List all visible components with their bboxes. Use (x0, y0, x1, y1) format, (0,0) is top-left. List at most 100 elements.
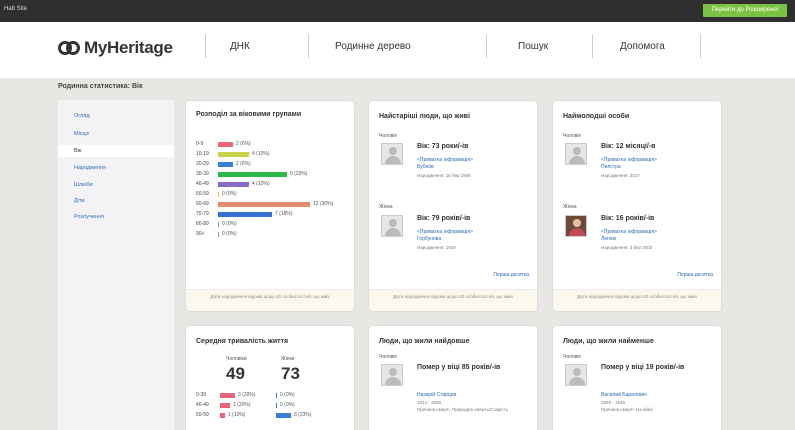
card-title: Люди, що жили найменше (563, 338, 654, 345)
nav-search[interactable]: Пошук (518, 41, 548, 52)
age-row-value: 0 (0%) (222, 221, 237, 227)
person-surname-link[interactable]: Бубнов (417, 164, 434, 170)
shortest-lived-card: Люди, що жили найменше Чоловік Помер у в… (552, 325, 722, 430)
person-name-link[interactable]: <Приватна інформація> (601, 157, 657, 163)
lifespan-bar (276, 392, 277, 398)
age-row: 0-9 2 (6%) (196, 141, 251, 147)
top-ten-link[interactable]: Перша десятка (677, 272, 713, 278)
nav-dna[interactable]: ДНК (230, 41, 250, 52)
sidebar-item-divorces[interactable]: Розлучення (74, 214, 104, 220)
age-row: 10-19 4 (10%) (196, 151, 270, 157)
age-row: 20-29 2 (6%) (196, 161, 251, 167)
age-row-label: 10-19 (196, 151, 209, 157)
person-name-link[interactable]: <Приватна інформація> (601, 229, 657, 235)
male-avatar-icon[interactable] (381, 364, 403, 386)
lifespan-bar (276, 402, 277, 408)
female-label: Жінка (379, 204, 393, 210)
sidebar-item-births[interactable]: Народження (74, 165, 106, 171)
lifespan-row-label: 50-59 (196, 412, 209, 418)
male-label: Чоловік (563, 354, 581, 360)
age-distribution-card: Розподіл за віковими групами 0-9 2 (6%) 10… (185, 100, 355, 312)
person-birth: Народження: 2017 (601, 173, 640, 178)
age-row-label: 60-69 (196, 201, 209, 207)
lifespan-value: 3 (20%) (238, 392, 256, 398)
age-row-label: 0-9 (196, 141, 204, 147)
male-avatar-icon[interactable] (565, 364, 587, 386)
age-bar (218, 141, 233, 147)
age-row-value: 2 (6%) (236, 141, 251, 147)
nav-divider (700, 34, 701, 58)
top-ten-link[interactable]: Перша десятка (493, 272, 529, 278)
nav-family-tree[interactable]: Родинне дерево (335, 41, 411, 52)
longest-lived-card: Люди, що жили найдовше Чоловік Помер у в… (368, 325, 538, 430)
sidebar-item-children[interactable]: Діти (74, 198, 85, 204)
person-dates: 1926 - 1946 (601, 400, 626, 405)
upgrade-button[interactable]: Перейти до Розширеної (703, 4, 787, 17)
brand-name: MyHeritage (84, 38, 173, 57)
age-row-label: 90+ (196, 231, 205, 237)
person-name-link[interactable]: Назарій Старцев (417, 392, 456, 398)
age-row: 60-69 12 (30%) (196, 201, 333, 207)
lifespan-bar (220, 412, 225, 418)
average-lifespan-card: Середня тривалість життя Чоловіки Жінки … (185, 325, 355, 430)
lifespan-male-cell: 3 (20%) (220, 392, 256, 398)
top-bar: Hab Site Перейти до Розширеної (0, 0, 795, 22)
age-bar (218, 171, 287, 177)
card-title: Найстаріші люди, що живі (379, 113, 470, 120)
person-birth: Народження: 1939 (417, 245, 456, 250)
card-title: Люди, що жили найдовше (379, 338, 470, 345)
age-row: 50-59 0 (0%) (196, 191, 237, 197)
card-title: Наймолодші особи (563, 113, 630, 120)
card-footer: Дата народження відома щодо 40 особистос… (553, 289, 721, 311)
age-row-value: 0 (0%) (222, 191, 237, 197)
person-death-age: Помер у віці 85 років/-ів (417, 364, 501, 371)
male-label: Чоловік (379, 354, 397, 360)
nav-divider (308, 34, 309, 58)
sidebar-item-age[interactable]: Вік (74, 148, 81, 154)
person-surname-link[interactable]: Легких (601, 236, 616, 242)
sidebar-item-marriages[interactable]: Шлюби (74, 182, 93, 188)
card-title: Середня тривалість життя (196, 338, 289, 345)
age-bar (218, 161, 233, 167)
age-row-label: 80-89 (196, 221, 209, 227)
person-surname-link[interactable]: Горбунова (417, 236, 441, 242)
age-row: 80-89 0 (0%) (196, 221, 237, 227)
male-avatar-icon[interactable] (381, 143, 403, 165)
person-death-age: Помер у віці 19 років/-ів (601, 364, 685, 371)
card-footer: Дата народження відома щодо 40 особистос… (186, 289, 354, 311)
lifespan-female-cell: 0 (0%) (276, 402, 295, 408)
person-death-cause: Причина смерті: Природна смерть/Старість (417, 407, 509, 412)
female-photo-icon[interactable] (565, 215, 587, 237)
card-title: Розподіл за віковими групами (196, 111, 302, 118)
age-row-value: 4 (10%) (252, 181, 270, 187)
nav-help[interactable]: Допомога (620, 41, 665, 52)
nav-divider (205, 34, 206, 58)
person-name-link[interactable]: <Приватна інформація> (417, 229, 473, 235)
age-row-label: 40-49 (196, 181, 209, 187)
lifespan-value: 0 (0%) (280, 392, 295, 398)
lifespan-row-label: 0-39 (196, 392, 207, 398)
age-bar (218, 181, 249, 187)
age-bar (218, 151, 249, 157)
person-age: Вік: 79 років/-ів (417, 215, 471, 222)
person-surname-link[interactable]: Пилстра (601, 164, 621, 170)
age-row: 30-39 9 (23%) (196, 171, 308, 177)
female-avatar-icon[interactable] (381, 215, 403, 237)
female-average-value: 73 (281, 364, 300, 383)
person-name-link[interactable]: <Приватна інформація> (417, 157, 473, 163)
age-bar (218, 191, 219, 197)
male-avatar-icon[interactable] (565, 143, 587, 165)
age-row-label: 30-39 (196, 171, 209, 177)
age-row-value: 2 (6%) (236, 161, 251, 167)
age-bar (218, 231, 219, 237)
sidebar-item-overview[interactable]: Огляд (74, 113, 90, 119)
lifespan-male-cell: 1 (10%) (220, 412, 246, 418)
lifespan-row-label: 40-49 (196, 402, 209, 408)
sidebar-item-places[interactable]: Місця (74, 131, 89, 137)
lifespan-value: 3 (23%) (294, 412, 312, 418)
lifespan-value: 2 (20%) (233, 402, 251, 408)
person-name-link[interactable]: Василий Баратевич (601, 392, 647, 398)
logo[interactable]: MyHeritage (58, 38, 173, 58)
footer-note: Дата народження відома щодо 40 особистос… (577, 294, 697, 299)
person-age: Вік: 16 років/-ів (601, 215, 655, 222)
